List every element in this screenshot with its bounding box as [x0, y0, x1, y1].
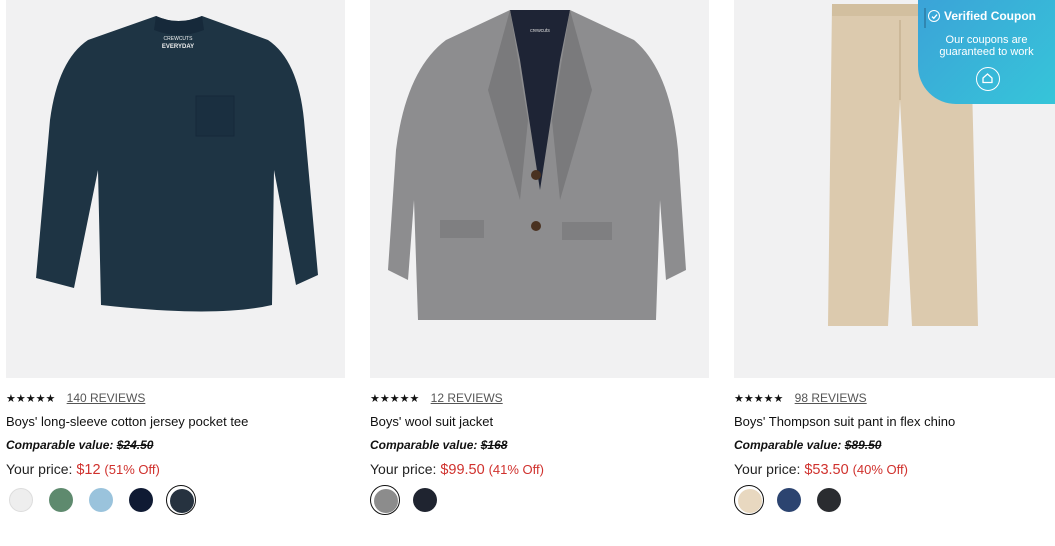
- comparable-value: Comparable value: $24.50: [6, 438, 153, 452]
- your-price-label: Your price:: [6, 461, 73, 477]
- comparable-price: $89.50: [844, 438, 882, 452]
- color-swatch-selected[interactable]: [166, 485, 196, 515]
- coupon-subtitle-line2: guaranteed to work: [939, 46, 1034, 58]
- reviews-link[interactable]: 140 REVIEWS: [67, 391, 146, 405]
- coupon-title-text: Verified Coupon: [944, 9, 1037, 23]
- color-swatch[interactable]: [6, 485, 36, 515]
- sale-price: $53.50: [804, 462, 849, 478]
- product-grid: CREWCUTS EVERYDAY ★★★★★ 140 REVIEWS Boys…: [0, 0, 1055, 546]
- color-swatch[interactable]: [814, 485, 844, 515]
- discount-percent: (41% Off): [488, 462, 544, 477]
- swatch-color: [49, 488, 73, 512]
- extension-logo-icon[interactable]: [976, 67, 1000, 91]
- coupon-title: Verified Coupon: [928, 9, 1036, 23]
- color-swatch[interactable]: [46, 485, 76, 515]
- jacket-tag-brand: crewcuts: [530, 28, 550, 34]
- sale-price: $12: [76, 462, 101, 478]
- comparable-label: Comparable value:: [6, 438, 114, 452]
- swatch-color: [170, 489, 194, 513]
- tee-tag-line: EVERYDAY: [162, 44, 194, 50]
- color-swatch[interactable]: [774, 485, 804, 515]
- sale-price: $99.50: [440, 462, 485, 478]
- comparable-value: Comparable value: $168: [370, 438, 507, 452]
- your-price-label: Your price:: [734, 461, 801, 477]
- navy-tee-image: CREWCUTS EVERYDAY: [36, 16, 318, 312]
- comparable-price: $168: [480, 438, 508, 452]
- discount-percent: (40% Off): [852, 462, 908, 477]
- swatch-color: [413, 488, 437, 512]
- check-circle-icon: [928, 10, 940, 22]
- popup-edge: [924, 8, 926, 28]
- color-swatch-selected[interactable]: [734, 485, 764, 515]
- swatch-color: [777, 488, 801, 512]
- tee-tag-brand: CREWCUTS: [164, 36, 194, 42]
- comparable-label: Comparable value:: [734, 438, 842, 452]
- product-name[interactable]: Boys' long-sleeve cotton jersey pocket t…: [6, 414, 248, 429]
- verified-coupon-popup[interactable]: Verified Coupon Our coupons are guarante…: [918, 0, 1055, 104]
- product-name[interactable]: Boys' wool suit jacket: [370, 414, 493, 429]
- color-swatch[interactable]: [410, 485, 440, 515]
- swatch-color: [89, 488, 113, 512]
- product-image[interactable]: CREWCUTS EVERYDAY: [6, 0, 345, 378]
- swatch-color: [9, 488, 33, 512]
- your-price: Your price: $99.50 (41% Off): [370, 461, 544, 478]
- star-rating-icon: ★★★★★: [370, 393, 420, 405]
- discount-percent: (51% Off): [104, 462, 160, 477]
- reviews-link[interactable]: 98 REVIEWS: [795, 391, 867, 405]
- swatch-color: [374, 489, 398, 513]
- your-price-label: Your price:: [370, 461, 437, 477]
- product-image[interactable]: crewcuts: [370, 0, 709, 378]
- star-rating-icon: ★★★★★: [734, 393, 784, 405]
- your-price: Your price: $12 (51% Off): [6, 461, 160, 478]
- grey-jacket-image: crewcuts: [388, 10, 686, 320]
- rating-row: ★★★★★ 98 REVIEWS: [734, 391, 867, 405]
- color-swatch-selected[interactable]: [370, 485, 400, 515]
- comparable-value: Comparable value: $89.50: [734, 438, 881, 452]
- your-price: Your price: $53.50 (40% Off): [734, 461, 908, 478]
- reviews-link[interactable]: 12 REVIEWS: [431, 391, 503, 405]
- rating-row: ★★★★★ 140 REVIEWS: [6, 391, 145, 405]
- star-rating-icon: ★★★★★: [6, 393, 56, 405]
- coupon-subtitle: Our coupons are guaranteed to work: [918, 34, 1055, 58]
- swatch-color: [817, 488, 841, 512]
- swatch-color: [738, 489, 762, 513]
- coupon-subtitle-line1: Our coupons are: [945, 34, 1028, 46]
- rating-row: ★★★★★ 12 REVIEWS: [370, 391, 503, 405]
- comparable-label: Comparable value:: [370, 438, 478, 452]
- swatch-color: [129, 488, 153, 512]
- product-name[interactable]: Boys' Thompson suit pant in flex chino: [734, 414, 955, 429]
- color-swatch[interactable]: [86, 485, 116, 515]
- color-swatch[interactable]: [126, 485, 156, 515]
- comparable-price: $24.50: [116, 438, 154, 452]
